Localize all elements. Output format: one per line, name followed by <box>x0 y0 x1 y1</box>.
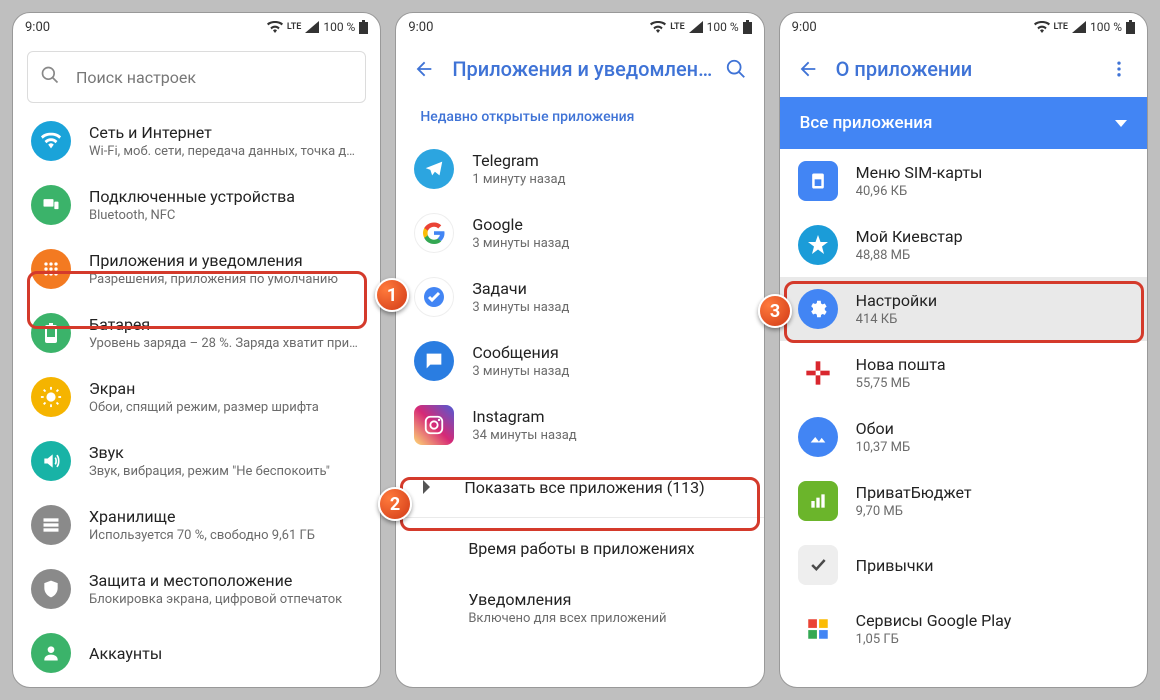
battery-circle-icon <box>31 313 71 353</box>
page-title: Приложения и уведомления <box>444 57 715 81</box>
display-icon <box>31 377 71 417</box>
all-apps-dropdown[interactable]: Все приложения <box>780 97 1147 149</box>
wifi-icon <box>267 21 283 33</box>
telegram-icon <box>414 149 454 189</box>
back-button[interactable] <box>788 49 828 89</box>
row-connected-devices[interactable]: Подключенные устройстваBluetooth, NFC <box>13 173 380 237</box>
devices-icon <box>31 185 71 225</box>
wifi-icon <box>1034 21 1050 33</box>
row-notifications[interactable]: УведомленияВключено для всех приложений <box>396 578 763 638</box>
recent-tasks[interactable]: Задачи3 минуты назад <box>396 265 763 329</box>
signal-icon <box>689 21 703 33</box>
accounts-icon <box>31 633 71 673</box>
recent-telegram[interactable]: Telegram1 минуту назад <box>396 137 763 201</box>
screen-app-info: 9:00 LTE 100 % О приложении Все приложен… <box>779 12 1148 688</box>
sound-icon <box>31 441 71 481</box>
app-settings[interactable]: Настройки414 КБ <box>780 277 1147 341</box>
status-time: 9:00 <box>25 20 50 35</box>
tasks-icon <box>414 277 454 317</box>
section-recent: Недавно открытые приложения <box>396 97 763 137</box>
page-title: О приложении <box>828 57 1099 81</box>
wifi-circle-icon <box>31 121 71 161</box>
battery-icon <box>359 20 368 34</box>
search-icon <box>40 65 60 89</box>
battery-label: 100 % <box>323 20 355 34</box>
row-security[interactable]: Защита и местоположениеБлокировка экрана… <box>13 557 380 621</box>
app-sim-menu[interactable]: Меню SIM-карты40,96 КБ <box>780 149 1147 213</box>
app-google-play-services[interactable]: Сервисы Google Play1,05 ГБ <box>780 597 1147 661</box>
callout-1: 1 <box>375 278 409 312</box>
apps-icon <box>31 249 71 289</box>
row-sound[interactable]: ЗвукЗвук, вибрация, режим "Не беспокоить… <box>13 429 380 493</box>
sim-icon <box>798 161 838 201</box>
privatbudget-icon <box>798 481 838 521</box>
status-bar: 9:00 LTE 100 % <box>13 13 380 41</box>
app-wallpaper[interactable]: Обои10,37 МБ <box>780 405 1147 469</box>
status-bar: 9:00 LTE 100 % <box>780 13 1147 41</box>
settings-search[interactable]: Поиск настроек <box>27 51 366 103</box>
recent-messages[interactable]: Сообщения3 минуты назад <box>396 329 763 393</box>
novaposhta-icon <box>798 353 838 393</box>
row-accounts[interactable]: Аккаунты <box>13 621 380 685</box>
status-time: 9:00 <box>408 20 433 35</box>
row-display[interactable]: ЭкранОбои, спящий режим, размер шрифта <box>13 365 380 429</box>
wifi-icon <box>650 21 666 33</box>
recent-google[interactable]: Google3 минуты назад <box>396 201 763 265</box>
header: О приложении <box>780 41 1147 97</box>
overflow-button[interactable] <box>1099 49 1139 89</box>
battery-icon <box>1126 20 1135 34</box>
recent-instagram[interactable]: Instagram34 минуты назад <box>396 393 763 457</box>
show-all-apps[interactable]: Показать все приложения (113) <box>396 457 763 517</box>
back-button[interactable] <box>404 49 444 89</box>
app-privatbudget[interactable]: ПриватБюджет9,70 МБ <box>780 469 1147 533</box>
chevron-down-icon <box>1115 120 1127 127</box>
battery-label: 100 % <box>1090 20 1122 34</box>
row-storage[interactable]: ХранилищеИспользуется 70 %, свободно 9,6… <box>13 493 380 557</box>
play-services-icon <box>798 609 838 649</box>
net-label: LTE <box>670 22 684 32</box>
search-button[interactable] <box>716 49 756 89</box>
signal-icon <box>305 21 319 33</box>
status-time: 9:00 <box>792 20 817 35</box>
settings-app-icon <box>798 289 838 329</box>
app-habits[interactable]: Привычки <box>780 533 1147 597</box>
wallpaper-icon <box>798 417 838 457</box>
row-apps-notifications[interactable]: Приложения и уведомленияРазрешения, прил… <box>13 237 380 301</box>
search-placeholder: Поиск настроек <box>76 68 196 87</box>
screen-settings-main: 9:00 LTE 100 % Поиск настроек Сеть и Инт… <box>12 12 381 688</box>
row-battery[interactable]: БатареяУровень заряда – 28 %. Заряда хва… <box>13 301 380 365</box>
status-bar: 9:00 LTE 100 % <box>396 13 763 41</box>
habits-icon <box>798 545 838 585</box>
app-kyivstar[interactable]: Мой Киевстар48,88 МБ <box>780 213 1147 277</box>
google-icon <box>414 213 454 253</box>
instagram-icon <box>414 405 454 445</box>
battery-icon <box>743 20 752 34</box>
net-label: LTE <box>287 22 301 32</box>
callout-3: 3 <box>758 294 792 328</box>
battery-label: 100 % <box>707 20 739 34</box>
row-network[interactable]: Сеть и ИнтернетWi-Fi, моб. сети, передач… <box>13 109 380 173</box>
row-screen-time[interactable]: Время работы в приложениях <box>396 518 763 578</box>
messages-icon <box>414 341 454 381</box>
storage-icon <box>31 505 71 545</box>
signal-icon <box>1072 21 1086 33</box>
screen-apps-notifications: 9:00 LTE 100 % Приложения и уведомления … <box>395 12 764 688</box>
net-label: LTE <box>1054 22 1068 32</box>
callout-2: 2 <box>378 487 412 521</box>
kyivstar-icon <box>798 225 838 265</box>
header: Приложения и уведомления <box>396 41 763 97</box>
chevron-right-icon <box>414 480 438 494</box>
app-novaposhta[interactable]: Нова пошта55,75 МБ <box>780 341 1147 405</box>
shield-icon <box>31 569 71 609</box>
